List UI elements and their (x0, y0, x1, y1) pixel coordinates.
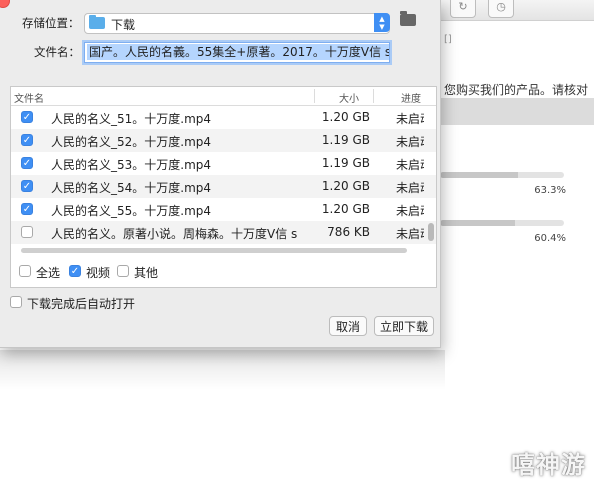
dialog-shadow (0, 350, 445, 390)
close-button[interactable] (0, 0, 10, 8)
row-progress: 未启动 (396, 204, 424, 218)
column-header-progress[interactable]: 进度 (401, 90, 421, 105)
progress-fill (440, 220, 515, 226)
row-size: 786 KB (327, 225, 370, 239)
table-row[interactable]: ✓ 人民的名义_52。十万度.mp4 1.19 GB 未启动 (11, 129, 436, 152)
other-filter-checkbox[interactable] (117, 265, 129, 277)
progress-bar (440, 172, 564, 178)
progress-label: 63.3% (534, 185, 566, 196)
row-size: 1.20 GB (321, 179, 370, 193)
background-toolbar: ↻ ◷ (440, 0, 594, 21)
table-row[interactable]: 人民的名义。原著小说。周梅森。十万度V信 s 786 KB 未启动 (11, 221, 436, 244)
background-download-item: 60.4% (440, 220, 594, 256)
filename-field[interactable]: 国产。人民的名義。55集全+原著。2017。十万度V信 si (84, 42, 390, 63)
other-filter-label[interactable]: 其他 (134, 264, 158, 281)
filename-value: 国产。人民的名義。55集全+原著。2017。十万度V信 si (87, 44, 389, 60)
file-table: 文件名 大小 进度 ✓ 人民的名义_51。十万度.mp4 1.20 GB 未启动… (10, 86, 437, 288)
history-icon[interactable]: ◷ (488, 0, 514, 18)
background-gray-bar (440, 98, 594, 125)
row-checkbox[interactable] (21, 226, 33, 238)
column-divider (314, 89, 315, 103)
chevron-updown-icon[interactable]: ▲ ▼ (374, 13, 390, 32)
progress-bar (440, 220, 564, 226)
location-label: 存储位置： (22, 16, 80, 30)
row-filename: 人民的名义_52。十万度.mp4 (51, 135, 212, 149)
video-filter-label[interactable]: 视频 (86, 264, 110, 281)
row-progress: 未启动 (396, 227, 424, 241)
table-row[interactable]: ✓ 人民的名义_53。十万度.mp4 1.19 GB 未启动 (11, 152, 436, 175)
refresh-icon[interactable]: ↻ (450, 0, 476, 18)
folder-browse-icon[interactable] (400, 11, 416, 26)
row-progress: 未启动 (396, 135, 424, 149)
row-checkbox[interactable]: ✓ (21, 203, 33, 215)
filename-label: 文件名： (34, 45, 80, 59)
download-now-button[interactable]: 立即下载 (374, 316, 434, 336)
video-filter-checkbox[interactable]: ✓ (69, 265, 81, 277)
row-filename: 人民的名义。原著小说。周梅森。十万度V信 s (51, 227, 298, 241)
row-size: 1.19 GB (321, 133, 370, 147)
vertical-scrollbar[interactable] (428, 223, 434, 241)
table-row[interactable]: ✓ 人民的名义_54。十万度.mp4 1.20 GB 未启动 (11, 175, 436, 198)
progress-label: 60.4% (534, 233, 566, 244)
row-filename: 人民的名义_51。十万度.mp4 (51, 112, 212, 126)
column-header-size[interactable]: 大小 (339, 90, 359, 105)
cancel-button[interactable]: 取消 (329, 316, 367, 336)
row-progress: 未启动 (396, 181, 424, 195)
row-checkbox[interactable]: ✓ (21, 157, 33, 169)
row-size: 1.20 GB (321, 110, 370, 124)
column-header-name[interactable]: 文件名 (14, 90, 44, 105)
table-header: 文件名 大小 进度 (11, 87, 436, 106)
select-all-label[interactable]: 全选 (36, 264, 60, 281)
location-select[interactable]: 下载 ▲ ▼ (84, 13, 390, 34)
row-progress: 未启动 (396, 112, 424, 126)
row-checkbox[interactable]: ✓ (21, 134, 33, 146)
row-filename: 人民的名义_53。十万度.mp4 (51, 158, 212, 172)
select-all-checkbox[interactable] (19, 265, 31, 277)
background-bracket-text: [] (444, 34, 452, 45)
auto-open-label[interactable]: 下载完成后自动打开 (27, 295, 135, 312)
column-divider (373, 89, 374, 103)
row-filename: 人民的名义_54。十万度.mp4 (51, 181, 212, 195)
row-size: 1.19 GB (321, 156, 370, 170)
download-dialog: 存储位置： 下载 ▲ ▼ 文件名： 国产。人民的名義。55集全+原著。2017。十… (0, 0, 441, 348)
row-checkbox[interactable]: ✓ (21, 111, 33, 123)
horizontal-scrollbar[interactable] (21, 248, 407, 253)
row-checkbox[interactable]: ✓ (21, 180, 33, 192)
background-notice-text: 您购买我们的产品。请核对 (444, 83, 589, 97)
row-filename: 人民的名义_55。十万度.mp4 (51, 204, 212, 218)
background-download-item: 63.3% (440, 172, 594, 208)
row-progress: 未启动 (396, 158, 424, 172)
row-size: 1.20 GB (321, 202, 370, 216)
progress-fill (440, 172, 519, 178)
location-value: 下载 (111, 18, 136, 32)
table-row[interactable]: ✓ 人民的名义_51。十万度.mp4 1.20 GB 未启动 (11, 106, 436, 129)
auto-open-checkbox[interactable] (10, 296, 22, 308)
watermark: 嘻神游 (511, 451, 586, 479)
folder-icon (89, 15, 105, 29)
table-row[interactable]: ✓ 人民的名义_55。十万度.mp4 1.20 GB 未启动 (11, 198, 436, 221)
